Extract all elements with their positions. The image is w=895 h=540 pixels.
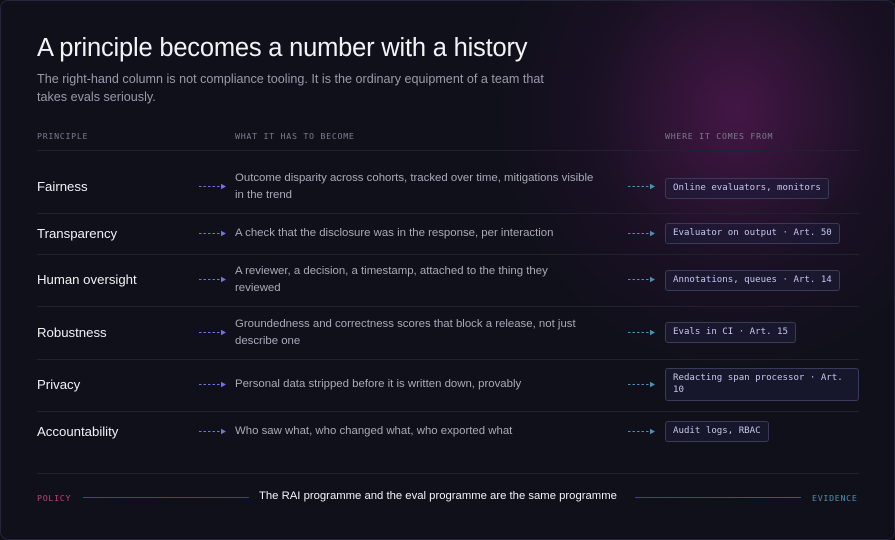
- column-header-where: WHERE IT COMES FROM: [665, 131, 774, 141]
- source-chip: Audit logs, RBAC: [665, 421, 769, 442]
- arrow-right-icon: [628, 183, 655, 190]
- header-divider: [37, 150, 859, 151]
- source-chip: Online evaluators, monitors: [665, 178, 829, 199]
- requirement-text: A reviewer, a decision, a timestamp, att…: [235, 265, 548, 294]
- slide-card: A principle becomes a number with a hist…: [0, 0, 895, 540]
- requirement-text: Groundedness and correctness scores that…: [235, 318, 576, 347]
- principle-label: Robustness: [37, 325, 107, 340]
- principle-label: Transparency: [37, 226, 118, 241]
- principle-label: Privacy: [37, 377, 81, 392]
- arrow-right-icon: [628, 230, 655, 237]
- arrow-right-icon: [199, 230, 226, 237]
- arrow-right-icon: [199, 329, 226, 336]
- column-header-principle: PRINCIPLE: [37, 131, 89, 141]
- policy-line: [83, 497, 249, 498]
- requirement-text: A check that the disclosure was in the r…: [235, 227, 554, 239]
- arrow-right-icon: [199, 183, 226, 190]
- page-title: A principle becomes a number with a hist…: [37, 34, 528, 62]
- footer-statement: The RAI programme and the eval programme…: [259, 490, 617, 502]
- source-chip: Evals in CI · Art. 15: [665, 322, 796, 343]
- source-chip: Evaluator on output · Art. 50: [665, 223, 840, 244]
- principle-label: Accountability: [37, 424, 119, 439]
- page-subtitle: The right-hand column is not compliance …: [37, 72, 544, 104]
- arrow-right-icon: [199, 428, 226, 435]
- arrow-right-icon: [628, 276, 655, 283]
- source-chip: Annotations, queues · Art. 14: [665, 270, 840, 291]
- arrow-right-icon: [628, 428, 655, 435]
- table-row: Accountability Who saw what, who changed…: [37, 412, 859, 452]
- column-header-what: WHAT IT HAS TO BECOME: [235, 131, 355, 141]
- evidence-line: [635, 497, 801, 498]
- footer-divider: [37, 473, 859, 474]
- evidence-label: EVIDENCE: [812, 493, 858, 503]
- principle-label: Fairness: [37, 179, 88, 194]
- table-row: Transparency A check that the disclosure…: [37, 214, 859, 254]
- table-row: Robustness Groundedness and correctness …: [37, 307, 859, 359]
- arrow-right-icon: [628, 329, 655, 336]
- requirement-text: Personal data stripped before it is writ…: [235, 378, 522, 390]
- arrow-right-icon: [199, 276, 226, 283]
- policy-label: POLICY: [37, 493, 72, 503]
- requirement-text: Outcome disparity across cohorts, tracke…: [235, 172, 594, 201]
- requirement-text: Who saw what, who changed what, who expo…: [235, 425, 513, 437]
- arrow-right-icon: [628, 381, 655, 388]
- table-row: Human oversight A reviewer, a decision, …: [37, 255, 859, 306]
- principle-label: Human oversight: [37, 272, 137, 287]
- table-row: Fairness Outcome disparity across cohort…: [37, 161, 859, 213]
- arrow-right-icon: [199, 381, 226, 388]
- source-chip: Redacting span processor · Art. 10: [665, 368, 859, 401]
- table-row: Privacy Personal data stripped before it…: [37, 360, 859, 411]
